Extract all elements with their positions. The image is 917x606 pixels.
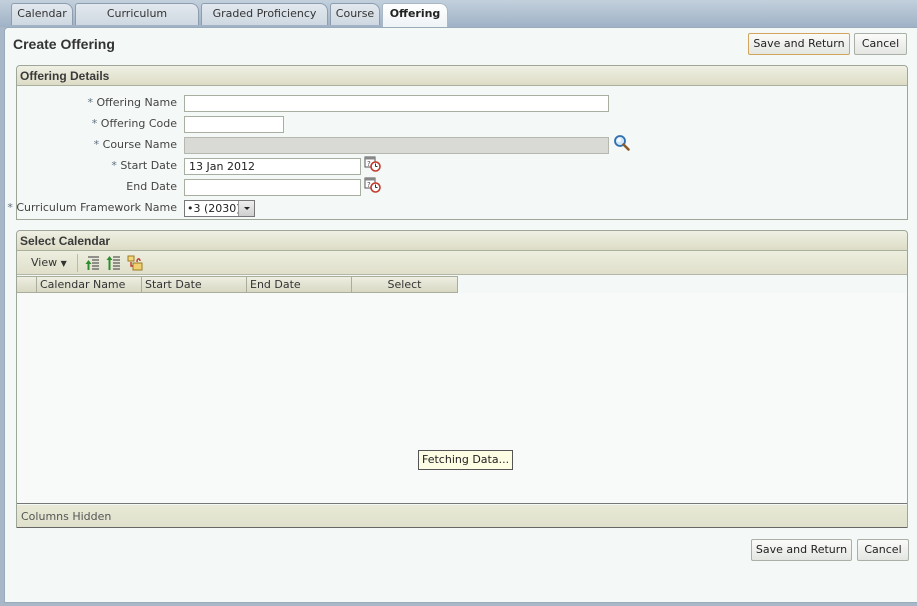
offering-code-input[interactable] — [184, 116, 284, 133]
offering-name-input[interactable] — [184, 95, 609, 112]
tab-course[interactable]: Course — [330, 3, 380, 25]
curriculum-framework-row: * Curriculum Framework Name — [7, 199, 177, 219]
page-title: Create Offering — [13, 36, 115, 52]
row-header-column — [17, 276, 37, 293]
chevron-down-icon[interactable] — [238, 201, 254, 216]
course-name-row: * Course Name — [17, 136, 177, 156]
end-date-label: End Date — [126, 180, 177, 193]
tab-offering[interactable]: Offering — [382, 3, 448, 27]
cancel-button-bottom[interactable]: Cancel — [857, 539, 909, 561]
cancel-button-top[interactable]: Cancel — [854, 33, 907, 55]
tab-graded-proficiency-set[interactable]: Graded Proficiency Set — [201, 3, 328, 40]
toolbar-separator — [77, 254, 78, 272]
tab-curriculum-framework[interactable]: Curriculum Framework — [75, 3, 199, 40]
fetching-data-indicator: Fetching Data... — [418, 450, 514, 470]
select-calendar-section: Select Calendar View ▼ Calendar Name Sta… — [16, 230, 908, 528]
column-header-end-date[interactable]: End Date — [247, 276, 352, 293]
offering-name-row: * Offering Name — [17, 94, 178, 114]
start-date-row: * Start Date — [17, 157, 177, 177]
save-and-return-button-top[interactable]: Save and Return — [748, 33, 850, 55]
end-date-input[interactable] — [184, 179, 361, 196]
table-status-bar: Columns Hidden — [17, 505, 907, 528]
offering-code-label: * Offering Code — [91, 117, 177, 130]
tab-bar: Calendar Curriculum Framework Graded Pro… — [0, 0, 917, 40]
save-and-return-button-bottom[interactable]: Save and Return — [751, 539, 852, 561]
collapse-all-icon[interactable] — [106, 255, 122, 274]
column-header-calendar-name[interactable]: Calendar Name — [37, 276, 142, 293]
end-date-row: End Date — [17, 178, 177, 198]
expand-all-icon[interactable] — [85, 255, 101, 274]
tab-calendar[interactable]: Calendar — [11, 3, 73, 25]
start-date-input[interactable] — [184, 158, 361, 175]
course-name-label: * Course Name — [93, 138, 177, 151]
curriculum-framework-select[interactable]: •3 (2030)• — [184, 200, 255, 217]
course-name-input — [184, 137, 609, 154]
column-header-select[interactable]: Select — [352, 276, 458, 293]
section-title-offering-details: Offering Details — [17, 66, 907, 86]
table-toolbar: View ▼ — [17, 251, 907, 275]
start-date-label: * Start Date — [111, 159, 177, 172]
calendar-table-body: Fetching Data... — [17, 293, 907, 504]
detach-table-icon[interactable] — [127, 255, 143, 274]
curriculum-framework-label: * Curriculum Framework Name — [7, 201, 177, 214]
column-header-start-date[interactable]: Start Date — [142, 276, 247, 293]
offering-name-label: * Offering Name — [87, 96, 178, 109]
calendar-picker-icon[interactable]: ? — [364, 176, 381, 196]
calendar-picker-icon[interactable]: ? — [364, 155, 381, 175]
content-panel: Create Offering Save and Return Cancel O… — [4, 27, 917, 603]
section-title-select-calendar: Select Calendar — [17, 231, 907, 251]
offering-code-row: * Offering Code — [17, 115, 177, 135]
search-icon[interactable] — [613, 134, 631, 155]
view-menu[interactable]: View ▼ — [31, 256, 67, 269]
offering-details-section: Offering Details * Offering Name * Offer… — [7, 65, 908, 220]
